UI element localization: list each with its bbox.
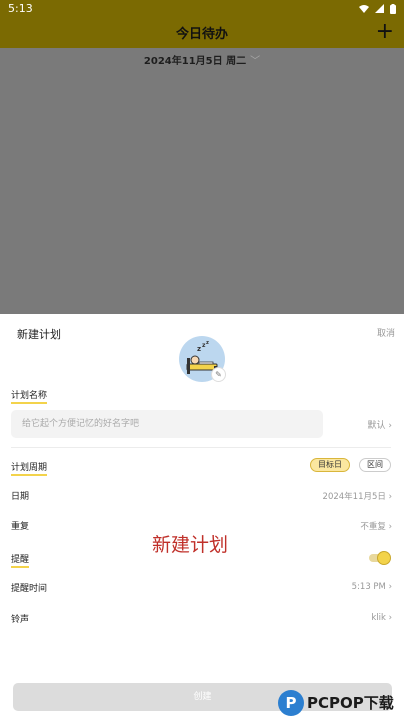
status-bar: 5:13 [0,0,404,17]
modal-overlay[interactable] [0,48,404,314]
battery-icon [390,3,396,14]
cancel-button[interactable]: 取消 [377,326,395,339]
chevron-down-icon: ﹀ [250,56,261,67]
pcpop-logo-mark: P [278,689,304,716]
plan-name-placeholder: 给它起个方便记忆的好名字吧 [22,419,140,429]
plan-name-label: 计划名称 [11,388,48,404]
status-icons [359,3,396,14]
toggle-knob [377,551,391,565]
plan-period-label: 计划周期 [11,460,48,476]
app-bar: 今日待办 + [0,17,404,48]
date-text: 2024年11月5日 周二 [143,56,247,67]
ringtone-label: 铃声 [11,615,30,625]
default-name-link[interactable]: 默认 › [368,418,392,431]
plan-name-input[interactable]: 给它起个方便记忆的好名字吧 [11,410,323,438]
repeat-row-value[interactable]: 不重复 › [360,520,392,532]
ringtone-value[interactable]: klik › [371,613,392,623]
chip-target-day[interactable]: 目标日 [310,458,350,472]
wifi-icon [359,4,369,13]
new-plan-sheet: 新建计划 取消 z z z ✎ 计划名称 给它起个方便记忆的好名字吧 默认 › … [0,314,404,720]
repeat-row-label: 重复 [11,522,30,532]
page-title: 今日待办 [175,27,228,42]
date-header[interactable]: 2024年11月5日 周二 ﹀ [0,52,404,67]
pcpop-logo-text: PCPOP下载 [307,694,394,712]
sheet-title: 新建计划 [17,328,61,341]
date-row-value[interactable]: 2024年11月5日 › [323,490,392,502]
reminder-time-label: 提醒时间 [11,584,48,594]
pcpop-logo: P PCPOP下载 [278,685,404,720]
svg-text:z: z [206,340,209,346]
reminder-toggle[interactable] [369,551,391,565]
date-row-label: 日期 [11,492,30,502]
status-time: 5:13 [8,2,33,15]
signal-icon [375,4,384,13]
divider [11,447,391,448]
reminder-time-value[interactable]: 5:13 PM › [352,582,392,592]
edit-avatar-icon[interactable]: ✎ [211,367,226,382]
add-button[interactable]: + [376,19,394,45]
svg-text:z: z [197,345,201,353]
chip-interval[interactable]: 区间 [359,458,391,472]
reminder-label: 提醒 [11,552,30,568]
caption-overlay: 新建计划 [152,534,229,556]
